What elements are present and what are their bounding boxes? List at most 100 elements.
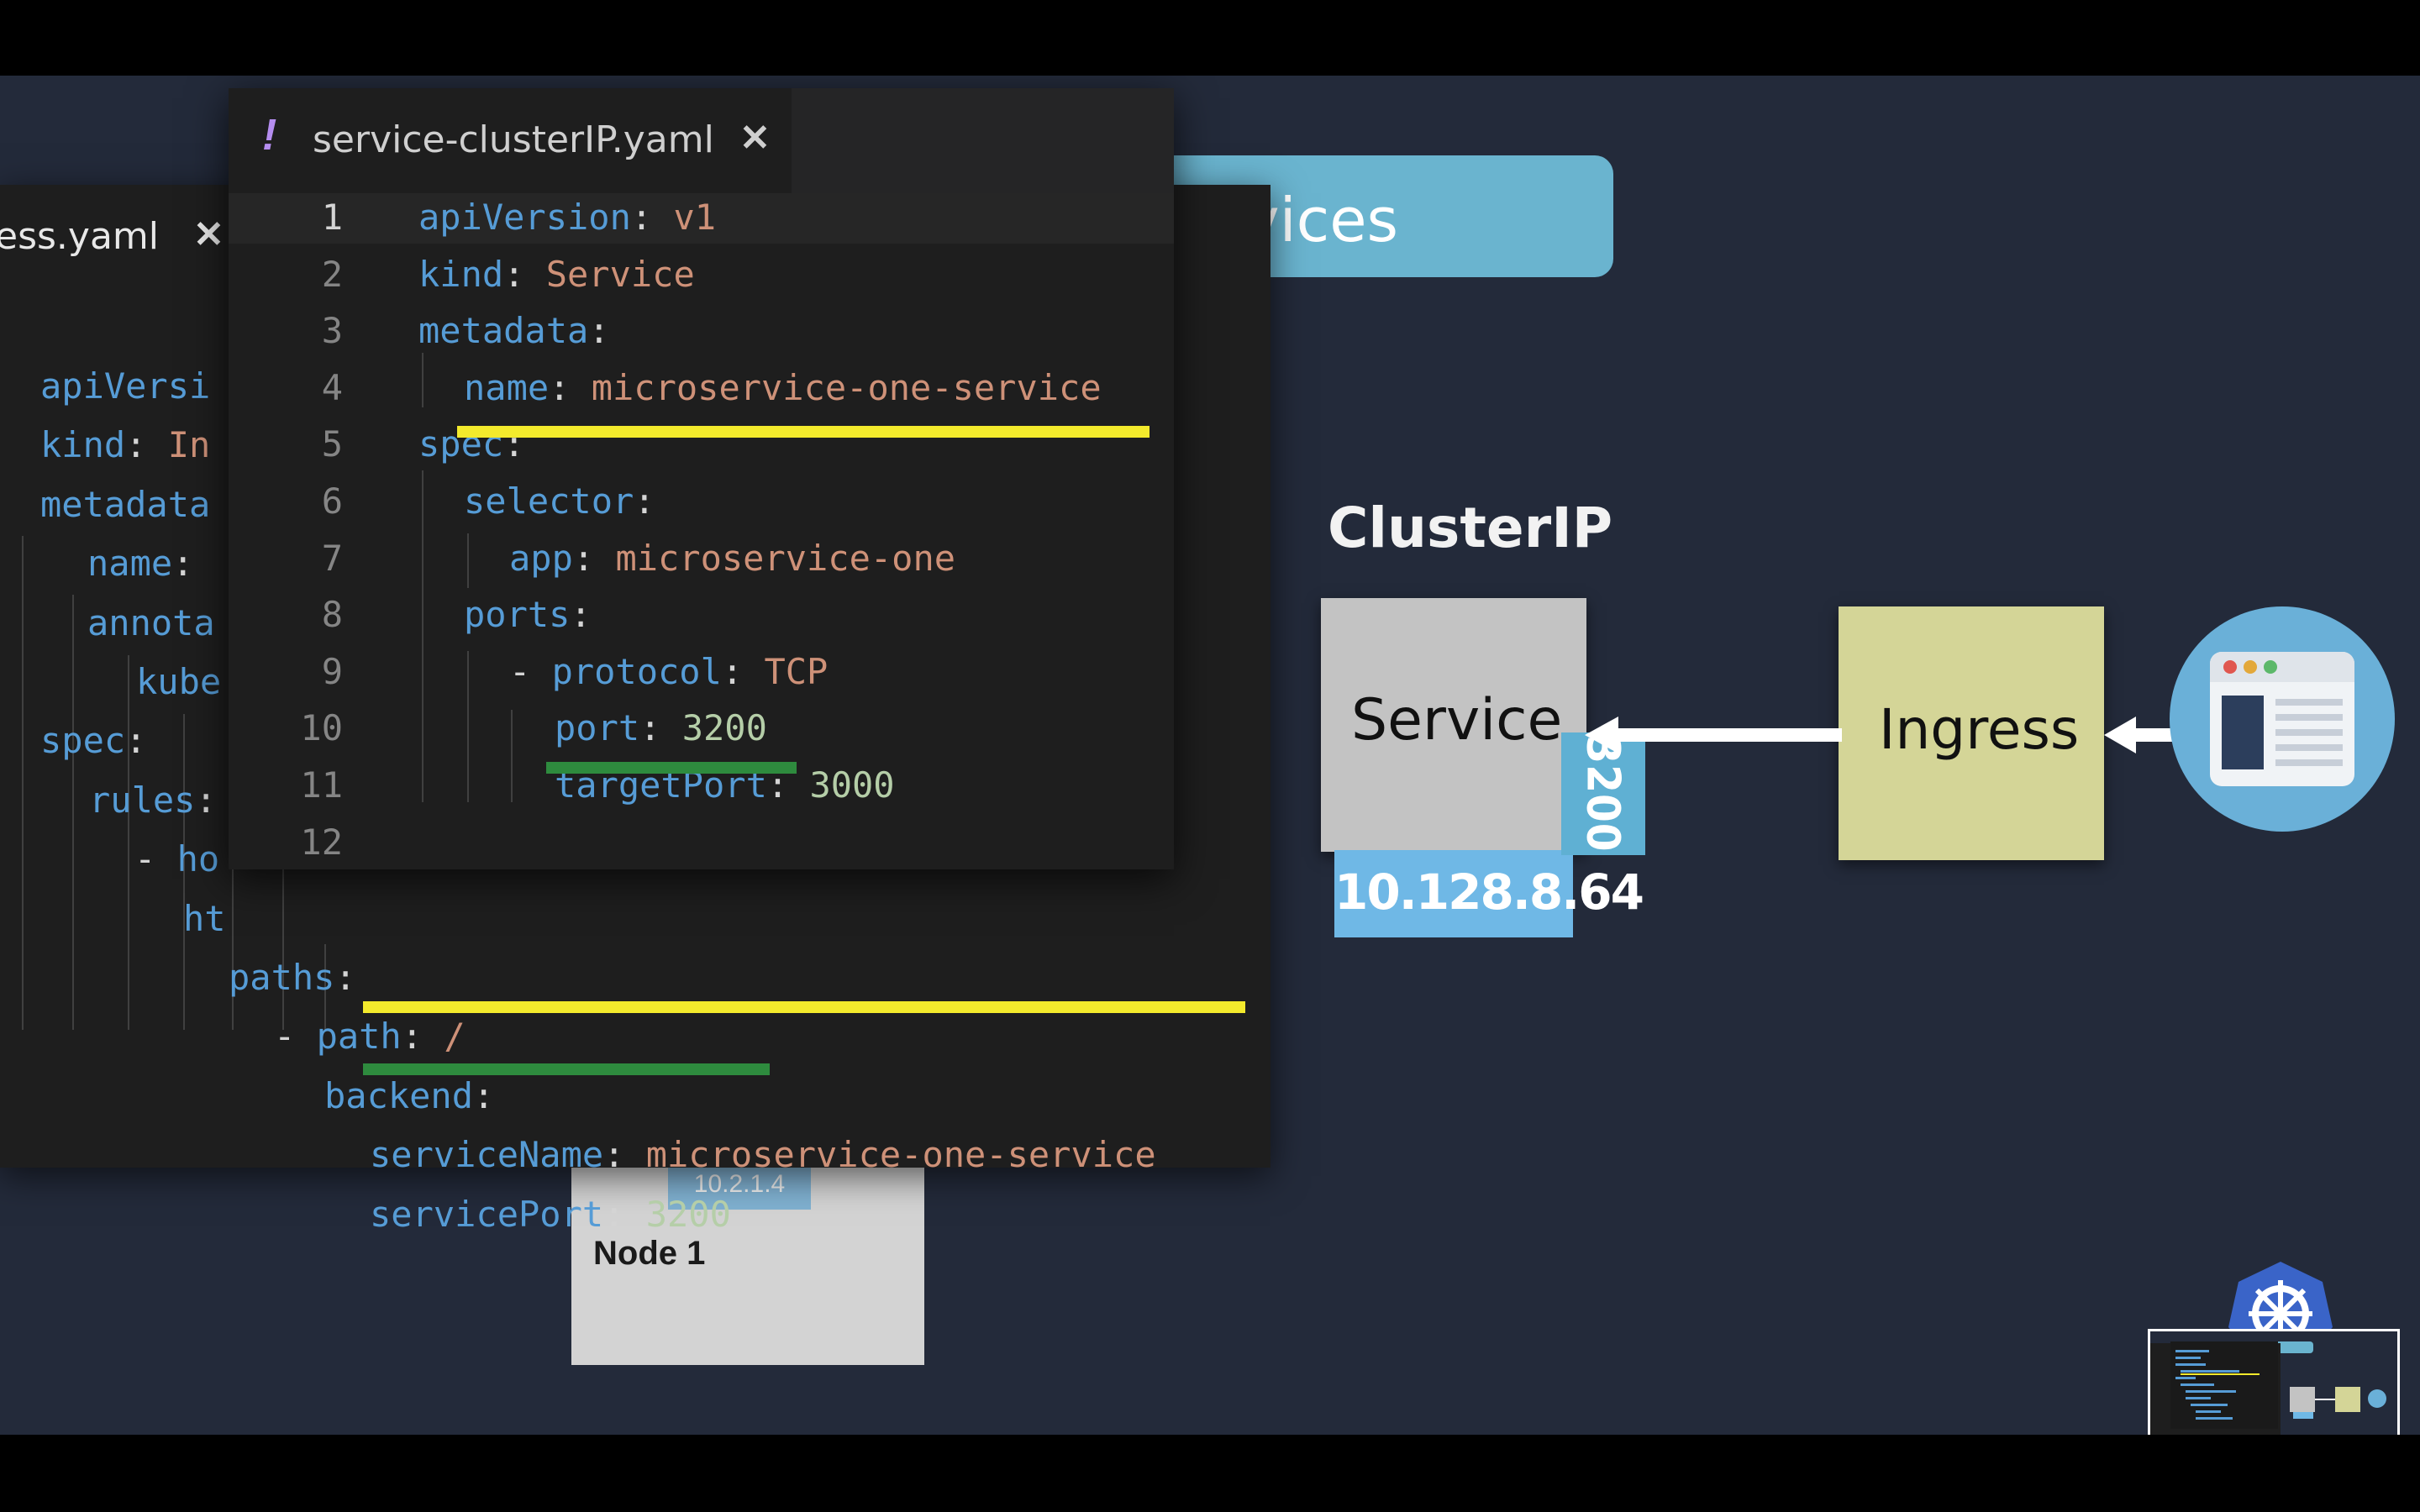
code-key: rules (89, 779, 196, 821)
code-separator: : (603, 1193, 646, 1235)
node-label: Node 1 (593, 1235, 706, 1272)
code-key: ports (464, 594, 571, 636)
browser-window-icon (2210, 652, 2354, 786)
service-label: Service (1351, 687, 1563, 753)
close-icon[interactable]: ✕ (739, 117, 771, 160)
code-line: name: (87, 540, 193, 587)
code-line: port: 3200 (555, 705, 767, 752)
line-number: 2 (321, 253, 343, 295)
code-line: kind: Service (418, 251, 695, 298)
indent-guide (22, 536, 24, 1030)
slide-stage: vices 10.2.1.4 Node 1 ess.yaml ✕ apiVers… (0, 76, 2420, 1435)
highlight-servicename (363, 1001, 1245, 1013)
code-value: TCP (764, 650, 829, 692)
letterbox-top (0, 0, 2420, 76)
code-value: microservice-one-service (591, 366, 1102, 408)
code-line: - protocol: TCP (509, 648, 828, 696)
code-line: metadata: (418, 307, 610, 354)
code-key: metadata (40, 483, 211, 525)
code-separator: : (572, 537, 616, 579)
code-line: apiVersion: v1 (418, 194, 716, 241)
code-line: annota (87, 600, 215, 647)
code-key: port (555, 707, 640, 749)
code-line: rules: (89, 777, 217, 824)
code-value: 3200 (681, 707, 767, 749)
code-line: backend: (324, 1073, 494, 1120)
code-line: ht (183, 895, 226, 942)
code-key: kube (136, 661, 222, 702)
code-key: kind (418, 253, 504, 295)
code-line: name: microservice-one-service (464, 365, 1102, 412)
code-separator: : (334, 957, 356, 998)
code-separator: : (172, 543, 194, 585)
code-value: 3000 (809, 764, 895, 806)
tab-service-clusterip-yaml[interactable]: ! service-clusterIP.yaml ✕ (229, 88, 792, 193)
code-line: kube (136, 659, 221, 706)
line-number: 5 (321, 423, 343, 465)
ingress-label: Ingress (1879, 697, 2080, 762)
code-dash: - (509, 650, 552, 692)
code-key: servicePort (370, 1193, 604, 1235)
line-number: 8 (321, 594, 343, 636)
code-key: name (87, 543, 173, 585)
code-separator: : (473, 1074, 495, 1116)
code-key: backend (324, 1074, 474, 1116)
indent-guide (467, 533, 469, 588)
code-key: apiVersi (40, 365, 211, 407)
clusterip-title: ClusterIP (1328, 496, 1613, 560)
code-separator: : (503, 253, 546, 295)
indent-guide (128, 655, 129, 1030)
indent-guide (422, 470, 424, 802)
line-number: 1 (321, 197, 343, 238)
line-number: 10 (300, 707, 343, 749)
code-line: metadata (40, 481, 210, 528)
highlight-name (457, 426, 1150, 438)
code-value: Service (545, 253, 695, 295)
code-separator: : (588, 310, 610, 352)
code-dash: - (134, 838, 177, 880)
code-line: serviceName: microservice-one-service (370, 1131, 1156, 1179)
code-line: apiVersi (40, 363, 210, 410)
code-key: ho (176, 838, 220, 880)
line-number: 11 (300, 764, 343, 806)
code-separator: : (125, 424, 168, 466)
close-icon[interactable]: ✕ (193, 213, 224, 256)
code-value: microservice-one (615, 537, 956, 579)
code-separator: : (603, 1134, 646, 1176)
code-key: metadata (418, 310, 589, 352)
code-separator: : (125, 720, 147, 762)
line-number: 4 (321, 366, 343, 408)
code-key: protocol (551, 650, 722, 692)
browser-client (2170, 606, 2395, 832)
tab-service-clusterip-label: service-clusterIP.yaml (313, 118, 714, 161)
tab-ingress-yaml[interactable]: ess.yaml ✕ (0, 185, 235, 277)
letterbox-bottom (0, 1435, 2420, 1512)
code-key: annota (87, 601, 215, 643)
code-key: selector (464, 480, 634, 522)
code-line: - ho (134, 836, 219, 883)
tab-ingress-yaml-label: ess.yaml (0, 215, 159, 258)
code-value: 3200 (645, 1193, 731, 1235)
code-value: microservice-one-service (645, 1134, 1156, 1176)
code-separator: : (721, 650, 765, 692)
code-key: paths (229, 957, 335, 998)
code-separator: : (195, 779, 217, 821)
code-line: spec: (40, 717, 146, 764)
service-ip-text: 10.128.8.64 (1334, 864, 1644, 921)
line-number: 3 (321, 310, 343, 352)
code-key: ht (183, 897, 226, 939)
code-separator: : (630, 197, 674, 238)
line-number: 9 (321, 650, 343, 692)
code-line: paths: (229, 954, 356, 1001)
code-key: app (509, 537, 573, 579)
line-number: 6 (321, 480, 343, 522)
preview-thumbnail-image (2150, 1331, 2397, 1435)
code-line: app: microservice-one (509, 535, 955, 582)
code-separator: : (401, 1016, 445, 1058)
code-key: name (464, 366, 550, 408)
code-value: / (444, 1016, 466, 1058)
code-separator: : (634, 480, 655, 522)
preview-thumbnail[interactable] (2148, 1329, 2400, 1435)
code-line: kind: In (40, 422, 210, 469)
arrow-ingress-to-service (1585, 717, 1842, 753)
